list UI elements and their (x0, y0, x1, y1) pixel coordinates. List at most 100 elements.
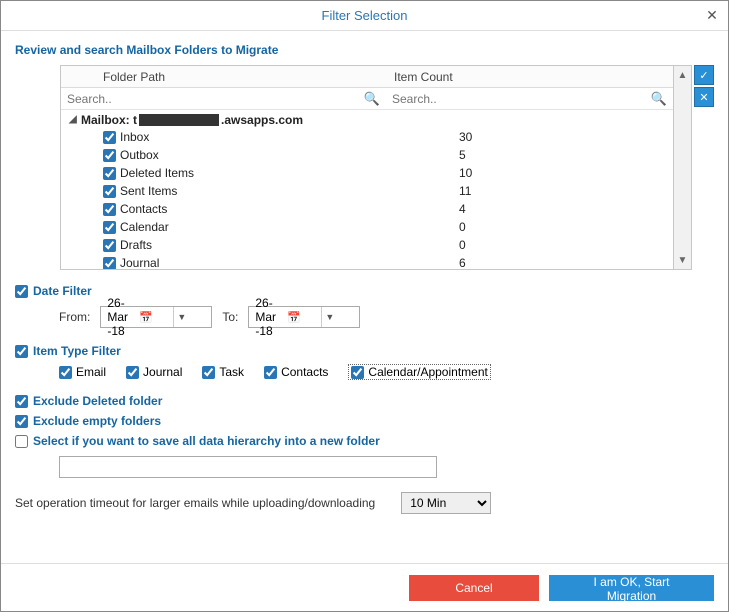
type-task-checkbox[interactable] (202, 366, 215, 379)
type-email-checkbox[interactable] (59, 366, 72, 379)
save-hierarchy-checkbox[interactable] (15, 435, 28, 448)
type-calendar-checkbox[interactable] (351, 366, 364, 379)
filters-area: Date Filter From: 26-Mar -18 📅 ▼ To: 26-… (15, 280, 714, 534)
close-icon[interactable]: ✕ (704, 7, 720, 23)
timeout-row: Set operation timeout for larger emails … (15, 492, 714, 514)
search-folder-cell: 🔍 (61, 88, 386, 109)
search-icon[interactable]: 🔍 (651, 91, 667, 107)
from-label: From: (59, 310, 90, 324)
timeout-select[interactable]: 10 Min (401, 492, 491, 514)
save-hierarchy-label: Select if you want to save all data hier… (33, 434, 380, 448)
item-type-filter-checkbox[interactable] (15, 345, 28, 358)
scroll-down-icon[interactable]: ▼ (674, 251, 691, 269)
folder-count: 10 (459, 166, 472, 180)
date-range-row: From: 26-Mar -18 📅 ▼ To: 26-Mar -18 📅 ▼ (59, 306, 714, 328)
chevron-down-icon[interactable]: ▼ (173, 307, 209, 327)
titlebar: Filter Selection ✕ (1, 1, 728, 31)
window-title: Filter Selection (322, 8, 408, 23)
type-email: Email (59, 365, 106, 379)
folder-checkbox[interactable] (103, 239, 116, 252)
type-journal: Journal (126, 365, 182, 379)
chevron-down-icon[interactable]: ▼ (321, 307, 357, 327)
content-area: Review and search Mailbox Folders to Mig… (1, 31, 728, 563)
folder-row[interactable]: Deleted Items 10 (61, 164, 673, 182)
col-folder-path[interactable]: Folder Path (61, 66, 386, 87)
date-filter-checkbox[interactable] (15, 285, 28, 298)
check-all-button[interactable]: ✓ (694, 65, 714, 85)
exclude-empty-label: Exclude empty folders (33, 414, 161, 428)
to-label: To: (222, 310, 238, 324)
to-date-input[interactable]: 26-Mar -18 📅 ▼ (248, 306, 360, 328)
folder-checkbox[interactable] (103, 257, 116, 270)
folder-count: 11 (459, 184, 471, 198)
folder-name: Contacts (120, 202, 167, 216)
from-date-input[interactable]: 26-Mar -18 📅 ▼ (100, 306, 212, 328)
type-contacts-checkbox[interactable] (264, 366, 277, 379)
start-migration-button[interactable]: I am OK, Start Migration (549, 575, 714, 601)
filter-selection-window: Filter Selection ✕ Review and search Mai… (0, 0, 729, 612)
timeout-label: Set operation timeout for larger emails … (15, 496, 375, 510)
folder-row[interactable]: Calendar 0 (61, 218, 673, 236)
exclude-deleted-label: Exclude Deleted folder (33, 394, 162, 408)
item-type-filter-label: Item Type Filter (33, 344, 121, 358)
folder-row[interactable]: Outbox 5 (61, 146, 673, 164)
folder-count: 0 (459, 220, 466, 234)
folder-name: Journal (120, 256, 159, 269)
side-buttons: ✓ ✕ (694, 65, 714, 270)
folder-row[interactable]: Contacts 4 (61, 200, 673, 218)
grid-search-row: 🔍 🔍 (61, 88, 673, 110)
folder-checkbox[interactable] (103, 185, 116, 198)
date-filter-label: Date Filter (33, 284, 92, 298)
folder-checkbox[interactable] (103, 203, 116, 216)
folder-count: 6 (459, 256, 466, 269)
scroll-up-icon[interactable]: ▲ (674, 66, 691, 84)
mailbox-label: Mailbox: t.awsapps.com (81, 112, 303, 127)
folder-count: 0 (459, 238, 466, 252)
uncheck-all-button[interactable]: ✕ (694, 87, 714, 107)
folder-checkbox[interactable] (103, 149, 116, 162)
folder-name: Drafts (120, 238, 152, 252)
folder-row[interactable]: Journal 6 (61, 254, 673, 269)
type-journal-checkbox[interactable] (126, 366, 139, 379)
new-folder-row (59, 456, 714, 478)
folder-name: Calendar (120, 220, 169, 234)
search-count-input[interactable] (386, 90, 673, 108)
mailbox-root-row[interactable]: ◢ Mailbox: t.awsapps.com (61, 110, 673, 128)
calendar-icon[interactable]: 📅 (139, 311, 171, 324)
folder-grid: Folder Path Item Count 🔍 🔍 ◢ (60, 65, 674, 270)
search-folder-input[interactable] (61, 90, 386, 108)
to-date-value: 26-Mar -18 (255, 296, 287, 338)
exclude-deleted-checkbox[interactable] (15, 395, 28, 408)
folder-name: Deleted Items (120, 166, 194, 180)
from-date-value: 26-Mar -18 (107, 296, 139, 338)
folder-grid-area: Folder Path Item Count 🔍 🔍 ◢ (60, 65, 714, 270)
scroll-track[interactable] (674, 84, 691, 251)
folder-row[interactable]: Drafts 0 (61, 236, 673, 254)
folder-name: Inbox (120, 130, 149, 144)
item-type-filter-row: Item Type Filter (15, 344, 714, 358)
folder-count: 30 (459, 130, 472, 144)
cancel-button[interactable]: Cancel (409, 575, 539, 601)
folder-checkbox[interactable] (103, 131, 116, 144)
footer: Cancel I am OK, Start Migration (1, 563, 728, 611)
col-item-count[interactable]: Item Count (386, 66, 673, 87)
folder-name: Outbox (120, 148, 159, 162)
folder-checkbox[interactable] (103, 167, 116, 180)
folder-row[interactable]: Sent Items 11 (61, 182, 673, 200)
folder-checkbox[interactable] (103, 221, 116, 234)
collapse-icon[interactable]: ◢ (69, 114, 81, 125)
exclude-empty-checkbox[interactable] (15, 415, 28, 428)
type-task: Task (202, 365, 244, 379)
save-hierarchy-row: Select if you want to save all data hier… (15, 434, 714, 448)
redacted-text (139, 114, 219, 126)
calendar-icon[interactable]: 📅 (287, 311, 319, 324)
folder-count: 4 (459, 202, 466, 216)
new-folder-input[interactable] (59, 456, 437, 478)
search-icon[interactable]: 🔍 (364, 91, 380, 107)
folder-row[interactable]: Inbox 30 (61, 128, 673, 146)
review-heading: Review and search Mailbox Folders to Mig… (15, 43, 714, 57)
folder-count: 5 (459, 148, 466, 162)
vertical-scrollbar[interactable]: ▲ ▼ (674, 65, 692, 270)
search-count-cell: 🔍 (386, 88, 673, 109)
folder-name: Sent Items (120, 184, 177, 198)
